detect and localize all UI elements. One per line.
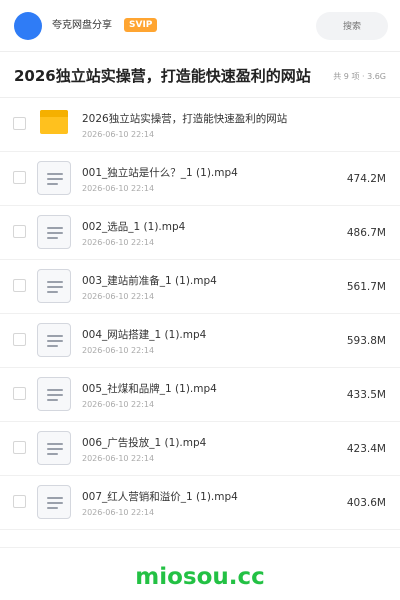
file-date: 2026-06-10 22:14 xyxy=(82,238,155,247)
file-date: 2026-06-10 22:14 xyxy=(82,346,155,355)
video-file-icon xyxy=(37,269,71,303)
select-checkbox[interactable] xyxy=(13,117,26,130)
list-item[interactable]: 2026独立站实操营，打造能快速盈利的网站 2026-06-10 22:14 xyxy=(0,98,400,152)
item-count-meta: 共 9 项 · 3.6G xyxy=(333,72,386,81)
search-input[interactable] xyxy=(316,12,388,40)
file-date: 2026-06-10 22:14 xyxy=(82,184,155,193)
list-item[interactable]: 006_广告投放_1 (1).mp4 2026-06-10 22:14 423.… xyxy=(0,422,400,476)
file-size: 561.7M xyxy=(346,281,386,293)
file-name: 007_红人营销和溢价_1 (1).mp4 xyxy=(82,491,238,503)
select-checkbox[interactable] xyxy=(13,225,26,238)
list-item[interactable]: 001_独立站是什么？_1 (1).mp4 2026-06-10 22:14 4… xyxy=(0,152,400,206)
file-size: 433.5M xyxy=(346,389,386,401)
file-size: 486.7M xyxy=(346,227,386,239)
file-size: 593.8M xyxy=(346,335,386,347)
list-item[interactable]: 003_建站前准备_1 (1).mp4 2026-06-10 22:14 561… xyxy=(0,260,400,314)
share-name: 夸克网盘分享 xyxy=(52,20,112,31)
list-item[interactable]: 007_红人营销和溢价_1 (1).mp4 2026-06-10 22:14 4… xyxy=(0,476,400,530)
video-file-icon xyxy=(37,215,71,249)
select-checkbox[interactable] xyxy=(13,333,26,346)
divider xyxy=(0,547,400,548)
page-title: 2026独立站实操营，打造能快速盈利的网站 xyxy=(14,67,311,85)
file-date: 2026-06-10 22:14 xyxy=(82,292,155,301)
video-file-icon xyxy=(37,485,71,519)
file-date: 2026-06-10 22:14 xyxy=(82,508,155,517)
file-date: 2026-06-10 22:14 xyxy=(82,130,155,139)
list-item[interactable]: 002_选品_1 (1).mp4 2026-06-10 22:14 486.7M xyxy=(0,206,400,260)
watermark: miosou.cc xyxy=(135,564,265,590)
file-name: 003_建站前准备_1 (1).mp4 xyxy=(82,275,217,287)
file-date: 2026-06-10 22:14 xyxy=(82,454,155,463)
select-checkbox[interactable] xyxy=(13,171,26,184)
list-item[interactable]: 004_网站搭建_1 (1).mp4 2026-06-10 22:14 593.… xyxy=(0,314,400,368)
select-checkbox[interactable] xyxy=(13,279,26,292)
svip-badge: SVIP xyxy=(124,18,158,32)
list-item[interactable]: 005_社煤和品牌_1 (1).mp4 2026-06-10 22:14 433… xyxy=(0,368,400,422)
file-name: 001_独立站是什么？_1 (1).mp4 xyxy=(82,167,238,179)
file-size: 403.6M xyxy=(346,497,386,509)
video-file-icon xyxy=(37,377,71,411)
video-file-icon xyxy=(37,161,71,195)
select-checkbox[interactable] xyxy=(13,441,26,454)
folder-icon xyxy=(37,107,71,141)
video-file-icon xyxy=(37,323,71,357)
avatar[interactable] xyxy=(14,12,42,40)
file-list: 2026独立站实操营，打造能快速盈利的网站 2026-06-10 22:14 0… xyxy=(0,98,400,530)
header: 夸克网盘分享 SVIP xyxy=(0,0,400,52)
file-size: 474.2M xyxy=(346,173,386,185)
file-name: 2026独立站实操营，打造能快速盈利的网站 xyxy=(82,113,288,125)
file-size: 423.4M xyxy=(346,443,386,455)
file-name: 002_选品_1 (1).mp4 xyxy=(82,221,186,233)
file-date: 2026-06-10 22:14 xyxy=(82,400,155,409)
file-name: 005_社煤和品牌_1 (1).mp4 xyxy=(82,383,217,395)
file-name: 004_网站搭建_1 (1).mp4 xyxy=(82,329,207,341)
file-name: 006_广告投放_1 (1).mp4 xyxy=(82,437,207,449)
title-bar: 2026独立站实操营，打造能快速盈利的网站 共 9 项 · 3.6G xyxy=(0,52,400,98)
select-checkbox[interactable] xyxy=(13,387,26,400)
video-file-icon xyxy=(37,431,71,465)
select-checkbox[interactable] xyxy=(13,495,26,508)
